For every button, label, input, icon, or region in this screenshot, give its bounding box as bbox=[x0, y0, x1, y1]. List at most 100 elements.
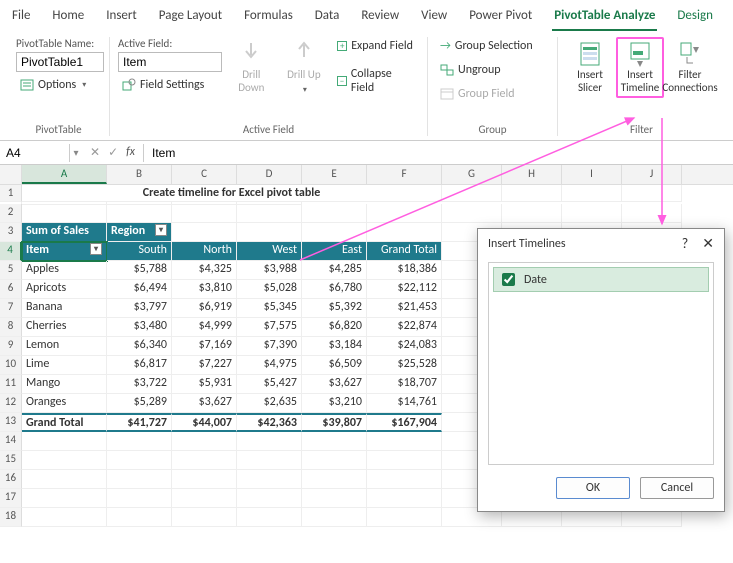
tab-design[interactable]: Design bbox=[675, 4, 714, 31]
pivottable-name-input[interactable] bbox=[16, 52, 104, 72]
cell[interactable] bbox=[237, 451, 302, 470]
field-settings-button[interactable]: Field Settings bbox=[118, 76, 222, 94]
fx-icon[interactable]: fx bbox=[126, 145, 135, 160]
cell[interactable] bbox=[367, 489, 442, 508]
col-header[interactable]: J bbox=[622, 165, 682, 184]
pivot-value[interactable]: $24,083 bbox=[367, 337, 442, 356]
row-header[interactable]: 6 bbox=[0, 280, 22, 299]
cell[interactable] bbox=[367, 204, 442, 223]
tab-data[interactable]: Data bbox=[313, 4, 342, 31]
timeline-field-date[interactable]: Date bbox=[493, 267, 709, 292]
cell[interactable] bbox=[22, 432, 107, 451]
pivot-row-label[interactable]: Lemon bbox=[22, 337, 107, 356]
activefield-input[interactable] bbox=[118, 52, 222, 72]
cell[interactable] bbox=[22, 204, 107, 223]
pivot-col-header[interactable]: West bbox=[237, 242, 302, 261]
close-icon[interactable]: ✕ bbox=[702, 235, 714, 252]
pivot-grand-total-value[interactable]: $41,727 bbox=[107, 413, 172, 432]
pivot-value[interactable]: $4,285 bbox=[302, 261, 367, 280]
pivot-row-label[interactable]: Apricots bbox=[22, 280, 107, 299]
pivot-value[interactable]: $22,112 bbox=[367, 280, 442, 299]
row-header[interactable]: 16 bbox=[0, 470, 22, 489]
pivot-row-label[interactable]: Mango bbox=[22, 375, 107, 394]
row-header[interactable]: 14 bbox=[0, 432, 22, 451]
tab-pivottable-analyze[interactable]: PivotTable Analyze bbox=[552, 4, 657, 31]
pivot-col-header[interactable]: Grand Total bbox=[367, 242, 442, 261]
cell[interactable] bbox=[237, 432, 302, 451]
pivot-row-field[interactable]: Item ▾ bbox=[22, 242, 107, 261]
cell[interactable] bbox=[22, 451, 107, 470]
cell[interactable] bbox=[237, 489, 302, 508]
cell[interactable] bbox=[442, 204, 502, 223]
pivot-col-header[interactable]: South bbox=[107, 242, 172, 261]
expand-field-button[interactable]: + Expand Field bbox=[333, 37, 419, 55]
cell[interactable] bbox=[502, 185, 562, 202]
pivot-grand-total-label[interactable]: Grand Total bbox=[22, 413, 107, 432]
col-header[interactable]: G bbox=[442, 165, 502, 184]
pivot-value[interactable]: $18,386 bbox=[367, 261, 442, 280]
group-selection-button[interactable]: → Group Selection bbox=[436, 37, 549, 55]
tab-home[interactable]: Home bbox=[50, 4, 86, 31]
cell[interactable] bbox=[172, 451, 237, 470]
cell[interactable] bbox=[302, 470, 367, 489]
tab-formulas[interactable]: Formulas bbox=[242, 4, 295, 31]
pivot-measure-label[interactable]: Sum of Sales bbox=[22, 223, 107, 242]
cell[interactable] bbox=[367, 451, 442, 470]
cell[interactable] bbox=[107, 489, 172, 508]
cell[interactable] bbox=[302, 223, 367, 242]
pivot-value[interactable]: $7,169 bbox=[172, 337, 237, 356]
drill-down-button[interactable]: Drill Down bbox=[228, 37, 275, 96]
pivot-col-field[interactable]: Region ▾ bbox=[107, 223, 172, 242]
cell[interactable] bbox=[172, 223, 237, 242]
pivot-value[interactable]: $5,788 bbox=[107, 261, 172, 280]
pivot-grand-total-value[interactable]: $44,007 bbox=[172, 413, 237, 432]
pivot-value[interactable]: $22,874 bbox=[367, 318, 442, 337]
cell[interactable] bbox=[107, 451, 172, 470]
cell[interactable] bbox=[302, 204, 367, 223]
cell[interactable] bbox=[562, 204, 622, 223]
cell[interactable] bbox=[302, 432, 367, 451]
pivot-col-header[interactable]: East bbox=[302, 242, 367, 261]
cell[interactable] bbox=[172, 470, 237, 489]
drill-up-button[interactable]: Drill Up▾ bbox=[281, 37, 328, 97]
cell[interactable] bbox=[237, 470, 302, 489]
pivot-value[interactable]: $3,210 bbox=[302, 394, 367, 413]
pivot-value[interactable]: $5,028 bbox=[237, 280, 302, 299]
pivot-value[interactable]: $3,810 bbox=[172, 280, 237, 299]
row-header[interactable]: 3 bbox=[0, 223, 22, 242]
pivot-row-label[interactable]: Lime bbox=[22, 356, 107, 375]
cell[interactable] bbox=[442, 185, 502, 202]
pivot-value[interactable]: $18,707 bbox=[367, 375, 442, 394]
pivot-value[interactable]: $6,494 bbox=[107, 280, 172, 299]
pivot-value[interactable]: $5,427 bbox=[237, 375, 302, 394]
pivot-value[interactable]: $3,480 bbox=[107, 318, 172, 337]
tab-file[interactable]: File bbox=[10, 4, 32, 31]
cancel-icon[interactable]: ✕ bbox=[90, 145, 100, 160]
cell[interactable] bbox=[502, 204, 562, 223]
date-checkbox[interactable] bbox=[502, 273, 515, 286]
row-header[interactable]: 10 bbox=[0, 356, 22, 375]
col-header[interactable]: F bbox=[367, 165, 442, 184]
pivot-col-header[interactable]: North bbox=[172, 242, 237, 261]
cell[interactable] bbox=[367, 508, 442, 527]
ungroup-button[interactable]: Ungroup bbox=[436, 61, 549, 79]
pivot-value[interactable]: $3,988 bbox=[237, 261, 302, 280]
col-header[interactable]: D bbox=[237, 165, 302, 184]
cell[interactable] bbox=[237, 204, 302, 223]
accept-icon[interactable]: ✓ bbox=[108, 145, 118, 160]
pivot-grand-total-value[interactable]: $167,904 bbox=[367, 413, 442, 432]
cell[interactable] bbox=[22, 489, 107, 508]
pivot-value[interactable]: $3,797 bbox=[107, 299, 172, 318]
ok-button[interactable]: OK bbox=[556, 477, 630, 499]
row-header[interactable]: 12 bbox=[0, 394, 22, 413]
cell[interactable] bbox=[22, 470, 107, 489]
pivot-row-label[interactable]: Cherries bbox=[22, 318, 107, 337]
col-header[interactable]: C bbox=[172, 165, 237, 184]
row-header[interactable]: 7 bbox=[0, 299, 22, 318]
cell[interactable] bbox=[367, 223, 442, 242]
cell[interactable] bbox=[22, 508, 107, 527]
cell[interactable] bbox=[172, 204, 237, 223]
pivot-value[interactable]: $6,820 bbox=[302, 318, 367, 337]
tab-insert[interactable]: Insert bbox=[104, 4, 139, 31]
row-header[interactable]: 17 bbox=[0, 489, 22, 508]
